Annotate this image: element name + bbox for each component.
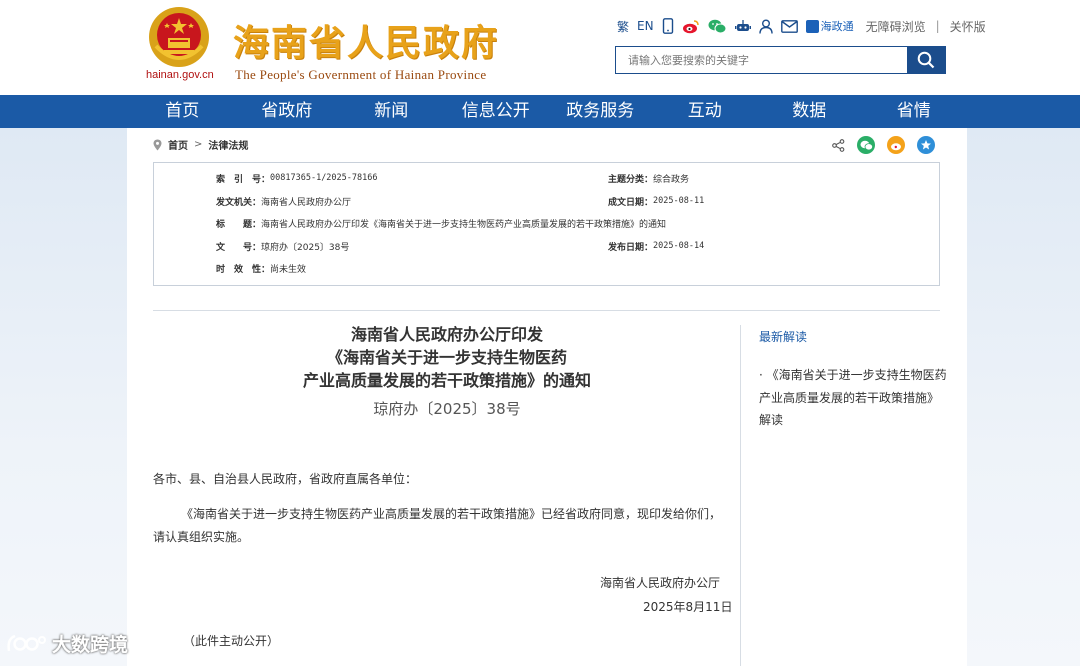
watermark-logo-icon (7, 634, 46, 651)
search-bar (615, 46, 946, 74)
meta-validity: 时 效 性： 尚未生效 (216, 261, 306, 275)
share-favorite-icon[interactable] (917, 136, 935, 154)
accessibility-link[interactable]: 无障碍浏览 (866, 18, 926, 35)
nav-item-news[interactable]: 新闻 (339, 95, 444, 128)
zwt-link[interactable]: 海政通 (805, 18, 854, 34)
zwt-icon (805, 19, 819, 33)
search-button[interactable] (907, 47, 945, 73)
share-weibo-icon[interactable] (887, 136, 905, 154)
site-header: hainan.gov.cn 海南省人民政府 The People's Gover… (0, 0, 1080, 95)
share-icon[interactable] (832, 138, 845, 152)
nav-item-interaction[interactable]: 互动 (653, 95, 758, 128)
user-icon[interactable] (758, 19, 773, 34)
meta-title-value: 海南省人民政府办公厅印发《海南省关于进一步支持生物医药产业高质量发展的若干政策措… (261, 219, 667, 230)
nav-item-gov-services[interactable]: 政务服务 (548, 95, 653, 128)
meta-topic-value: 综合政务 (653, 174, 690, 185)
location-pin-icon (153, 139, 162, 150)
document-metadata: 索 引 号： 00817365-1/2025-78166 主题分类： 综合政务 … (153, 162, 940, 286)
meta-created: 成文日期： 2025-08-11 (608, 194, 704, 208)
meta-validity-label: 时 效 性： (216, 264, 271, 275)
breadcrumb: 首页 > 法律法规 (153, 137, 248, 152)
meta-topic: 主题分类： 综合政务 (608, 171, 689, 185)
article-title: 海南省人民政府办公厅印发 《海南省关于进一步支持生物医药 产业高质量发展的若干政… (153, 323, 741, 392)
meta-docno: 文 号： 琼府办〔2025〕38号 (216, 239, 349, 253)
meta-index-label: 索 引 号： (216, 174, 271, 185)
meta-issuer: 发文机关： 海南省人民政府办公厅 (216, 194, 351, 208)
article-salutation: 各市、县、自治县人民政府，省政府直属各单位： (153, 472, 418, 486)
english-link[interactable]: EN (637, 19, 654, 33)
meta-published-value: 2025-08-14 (653, 241, 705, 251)
nav-item-province-info[interactable]: 省情 (862, 95, 967, 128)
nav-item-data[interactable]: 数据 (757, 95, 862, 128)
meta-title-label: 标 题： (216, 219, 262, 230)
article-date: 2025年8月11日 (643, 600, 733, 614)
robot-icon[interactable] (734, 19, 751, 34)
site-subtitle: The People's Government of Hainan Provin… (235, 67, 487, 82)
article-disclosure-note: （此件主动公开） (183, 634, 280, 648)
meta-docno-value: 琼府办〔2025〕38号 (261, 242, 350, 253)
header-tools: 繁 EN 海政通 无障碍浏览 | 关怀版 (617, 16, 986, 36)
meta-index-value: 00817365-1/2025-78166 (270, 173, 378, 183)
article-title-line-2: 《海南省关于进一步支持生物医药 (326, 348, 567, 367)
weibo-icon[interactable] (682, 19, 700, 34)
mobile-icon[interactable] (662, 18, 674, 34)
search-icon (917, 51, 935, 69)
wechat-icon[interactable] (708, 19, 727, 34)
meta-published: 发布日期： 2025-08-14 (608, 239, 704, 253)
meta-topic-label: 主题分类： (608, 174, 654, 185)
traditional-chinese-link[interactable]: 繁 (617, 18, 629, 35)
site-domain: hainan.gov.cn (146, 69, 214, 81)
meta-published-label: 发布日期： (608, 242, 654, 253)
meta-title: 标 题： 海南省人民政府办公厅印发《海南省关于进一步支持生物医药产业高质量发展的… (216, 216, 666, 230)
sidebar-title: 最新解读 (759, 330, 808, 344)
search-input[interactable] (616, 47, 907, 73)
column-divider (740, 325, 741, 666)
main-nav: 首页 省政府 新闻 信息公开 政务服务 互动 数据 省情 (0, 95, 1080, 128)
article-doc-number: 琼府办〔2025〕38号 (373, 400, 521, 418)
article-title-line-1: 海南省人民政府办公厅印发 (350, 325, 543, 344)
meta-issuer-label: 发文机关： (216, 197, 262, 208)
article-title-line-3: 产业高质量发展的若干政策措施》的通知 (302, 371, 591, 390)
meta-created-value: 2025-08-11 (653, 196, 705, 206)
watermark: 大数跨境 (6, 630, 128, 657)
meta-issuer-value: 海南省人民政府办公厅 (261, 197, 352, 208)
zwt-label: 海政通 (820, 20, 854, 33)
breadcrumb-current[interactable]: 法律法规 (208, 137, 248, 152)
mail-icon[interactable] (780, 19, 798, 33)
article-signature: 海南省人民政府办公厅 (600, 576, 721, 590)
meta-validity-value: 尚未生效 (270, 264, 307, 275)
nav-item-home[interactable]: 首页 (130, 95, 235, 128)
sidebar-interpretation-link[interactable]: · 《海南省关于进一步支持生物医药产业高质量发展的若干政策措施》解读 (759, 364, 949, 432)
national-emblem-logo[interactable] (148, 6, 210, 68)
share-bar (832, 136, 935, 154)
nav-item-province-gov[interactable]: 省政府 (235, 95, 340, 128)
tools-divider: | (935, 19, 940, 33)
meta-index: 索 引 号： 00817365-1/2025-78166 (216, 171, 377, 185)
watermark-text: 大数跨境 (52, 634, 129, 656)
article-paragraph: 《海南省关于进一步支持生物医药产业高质量发展的若干政策措施》已经省政府同意，现印… (153, 507, 722, 544)
section-divider (153, 310, 940, 311)
breadcrumb-home[interactable]: 首页 (168, 137, 188, 152)
elder-mode-link[interactable]: 关怀版 (950, 18, 986, 35)
meta-created-label: 成文日期： (608, 197, 654, 208)
share-wechat-icon[interactable] (857, 136, 875, 154)
meta-docno-label: 文 号： (216, 242, 262, 253)
breadcrumb-separator: > (194, 139, 203, 150)
nav-item-info-disclosure[interactable]: 信息公开 (444, 95, 549, 128)
site-title[interactable]: 海南省人民政府 (233, 14, 499, 66)
